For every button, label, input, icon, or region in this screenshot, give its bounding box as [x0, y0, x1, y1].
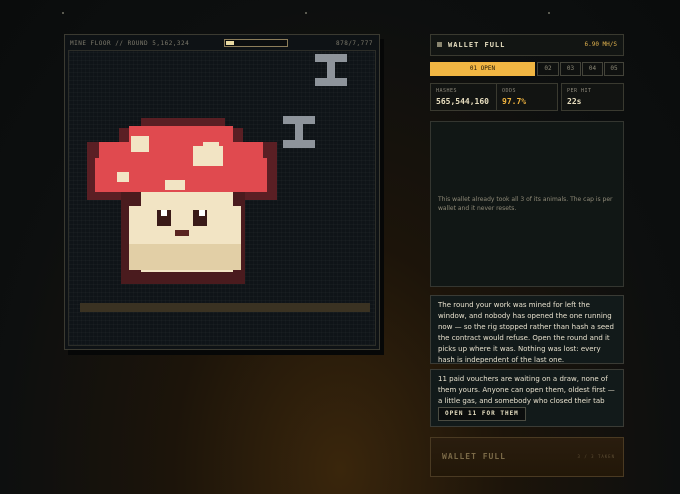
mine-floor-ground — [80, 303, 370, 312]
round-window-notice: The round your work was mined for left t… — [430, 295, 624, 364]
mine-floor-header: MINE FLOOR // ROUND 5,162,324 878/7,777 — [65, 35, 379, 51]
background-star — [305, 12, 307, 14]
tab-round-04[interactable]: 04 — [582, 62, 603, 76]
round-window-notice-text: The round your work was mined for left t… — [438, 301, 614, 364]
taken-count: 3 / 3 TAKEN — [577, 454, 615, 459]
wallet-full-title: WALLET FULL — [442, 452, 506, 461]
stat-hashes-value: 565,544,160 — [436, 97, 489, 106]
hash-rate: 6.90 MH/S — [584, 41, 617, 48]
wallet-status-label: WALLET FULL — [448, 41, 506, 49]
tab-round-02[interactable]: 02 — [537, 62, 559, 76]
mined-count: 878/7,777 — [335, 40, 373, 47]
tab-round-05[interactable]: 05 — [604, 62, 624, 76]
tab-round-01[interactable]: 01 OPEN — [430, 62, 535, 76]
stat-per-hit-label: PER HIT — [567, 88, 592, 94]
wallet-cap-info: This wallet already took all 3 of its an… — [430, 121, 624, 287]
vouchers-panel: 11 paid vouchers are waiting on a draw, … — [430, 369, 624, 427]
background-star — [548, 12, 550, 14]
round-progress-bar — [224, 39, 288, 47]
stat-odds: ODDS 97.7% — [496, 83, 558, 111]
round-progress-fill — [226, 41, 235, 45]
mine-screen — [68, 50, 376, 346]
tab-round-03[interactable]: 03 — [560, 62, 581, 76]
status-square-icon — [437, 42, 442, 47]
wallet-status-bar: WALLET FULL 6.90 MH/S — [430, 34, 624, 56]
stat-per-hit: PER HIT 22s — [561, 83, 624, 111]
mine-floor-panel: MINE FLOOR // ROUND 5,162,324 878/7,777 — [64, 34, 380, 350]
open-vouchers-button[interactable]: OPEN 11 FOR THEM — [438, 407, 526, 421]
pickaxe-icon — [315, 54, 347, 86]
stat-odds-value: 97.7% — [502, 97, 527, 106]
mushroom-sprite — [87, 118, 277, 284]
wallet-cap-text: This wallet already took all 3 of its an… — [438, 196, 613, 212]
stat-odds-label: ODDS — [502, 88, 517, 94]
stat-per-hit-value: 22s — [567, 97, 582, 106]
wallet-full-button[interactable]: WALLET FULL 3 / 3 TAKEN — [430, 437, 624, 477]
mine-floor-title: MINE FLOOR // ROUND 5,162,324 — [70, 40, 190, 47]
pickaxe-icon — [283, 116, 315, 148]
background-star — [62, 12, 64, 14]
stat-hashes-label: HASHES — [436, 88, 458, 94]
